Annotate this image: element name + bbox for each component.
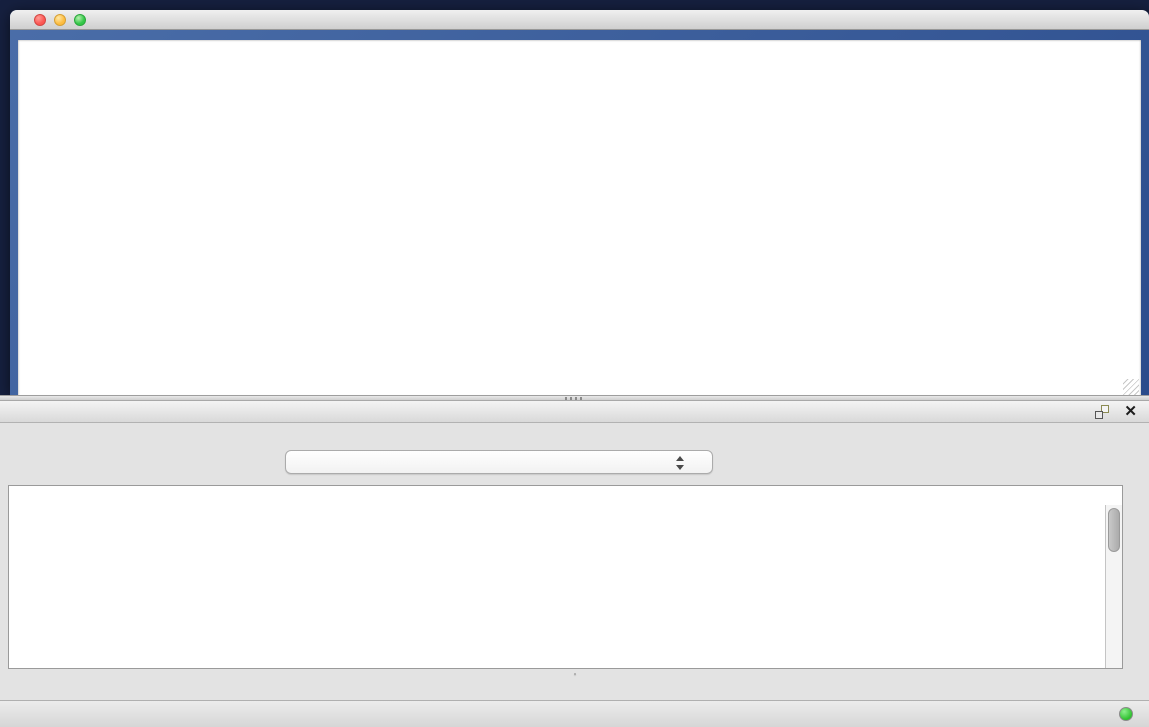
citation-network-graph[interactable] xyxy=(18,40,1141,397)
table-panel: ✕ xyxy=(0,401,1149,727)
close-window-button[interactable] xyxy=(34,14,46,26)
attribute-table xyxy=(8,485,1123,669)
minimize-window-button[interactable] xyxy=(54,14,66,26)
float-panel-icon[interactable] xyxy=(1095,405,1109,419)
dropdown-stepper-icon xyxy=(675,455,684,471)
table-scrollbar-thumb[interactable] xyxy=(1108,508,1120,552)
close-panel-icon[interactable]: ✕ xyxy=(1124,403,1137,421)
network-window-frame xyxy=(10,30,1149,395)
table-scrollbar[interactable] xyxy=(1105,505,1122,668)
network-canvas[interactable] xyxy=(18,40,1141,397)
split-pane-grip[interactable] xyxy=(565,397,583,400)
canvas-resize-grip[interactable] xyxy=(1123,379,1139,395)
network-window-titlebar[interactable] xyxy=(10,10,1149,30)
table-tabs-bar xyxy=(0,673,1149,675)
table-panel-header: ✕ xyxy=(0,401,1149,423)
table-selector-dropdown[interactable] xyxy=(285,450,713,474)
memory-status-icon[interactable] xyxy=(1119,707,1133,721)
network-window[interactable] xyxy=(10,10,1149,395)
status-bar xyxy=(0,700,1149,727)
zoom-window-button[interactable] xyxy=(74,14,86,26)
